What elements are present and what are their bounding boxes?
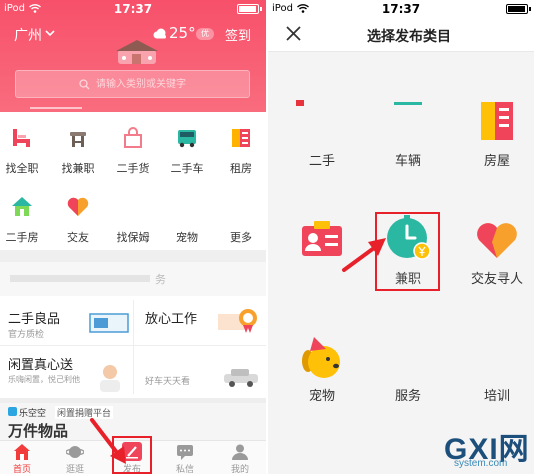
annotation-arrow-icon (90, 418, 126, 464)
car-image-icon (224, 369, 258, 387)
battery-icon (506, 4, 531, 14)
annotation-arrow-icon (342, 238, 386, 272)
heart-icon (67, 197, 89, 216)
browse-icon (66, 446, 84, 458)
status-time: 17:37 (113, 2, 153, 16)
tab-profile[interactable]: 我的 (218, 440, 262, 474)
search-input[interactable] (15, 70, 250, 98)
category-secondhand[interactable]: 二手 (282, 92, 362, 169)
card-title: 放心工作 (145, 312, 198, 327)
dog-icon (302, 337, 340, 378)
tab-messages[interactable]: 私信 (163, 440, 207, 474)
category-label: 车辆 (394, 154, 421, 169)
grid-label: 宠物 (176, 231, 198, 244)
grid-item-pets[interactable]: 宠物 (165, 195, 209, 245)
category-vehicle[interactable]: 车辆 (368, 92, 448, 169)
stool-icon (70, 132, 86, 147)
card-safe-job[interactable]: 放心工作 (134, 296, 266, 345)
chat-icon (177, 445, 193, 460)
secondhand-icon (296, 100, 304, 106)
category-services[interactable]: 服务 (368, 330, 448, 404)
donation-headline: 万件物品 (8, 422, 69, 440)
temperature: 25° (169, 24, 196, 42)
card-free-giveaway[interactable]: 闲置真心送 乐嗨闲置，悦己利他 (0, 346, 133, 398)
chair-icon (13, 129, 30, 147)
grid-item-more[interactable]: 更多 (219, 195, 263, 245)
vehicle-icon (394, 102, 422, 105)
grid-item-parttime[interactable]: 找兼职 (56, 126, 100, 176)
home-icon (14, 444, 30, 460)
donation-logo-icon (8, 407, 17, 416)
card-subtitle: 乐嗨闲置，悦己利他 (8, 375, 80, 384)
card-subtitle: 好车天天看 (145, 377, 191, 387)
building-icon (481, 102, 513, 140)
car-icon (178, 130, 196, 148)
grid-item-fulltime[interactable]: 找全职 (0, 126, 44, 176)
publish-category-screen: iPod 17:37 选择发布类目 二手 车辆 房屋 兼职 交友寻人 宠物 服务… (268, 0, 534, 474)
checkin-button[interactable]: 签到 (225, 25, 251, 44)
grid-label: 找全职 (5, 162, 39, 175)
heart-hands-icon (477, 223, 517, 258)
tab-label: 私信 (175, 465, 194, 474)
profile-icon (232, 444, 248, 460)
category-pets[interactable]: 宠物 (282, 330, 362, 404)
cloud-icon (153, 28, 166, 39)
city-selector[interactable]: 广州 (12, 22, 60, 44)
house-icon (12, 197, 32, 216)
card-daily-cars[interactable]: 好车天天看 (134, 346, 266, 398)
card-subtitle: 官方质检 (8, 330, 45, 340)
tab-label: 我的 (230, 465, 249, 474)
promo-banner[interactable]: 务 (0, 262, 266, 296)
status-time: 17:37 (381, 2, 421, 16)
grid-item-used-car[interactable]: 二手车 (165, 126, 209, 176)
rent-building-icon (232, 129, 250, 147)
watermark-domain: system.com (454, 458, 508, 469)
grid-item-nanny[interactable]: 找保姆 (111, 195, 155, 245)
grid-item-rent[interactable]: 租房 (219, 126, 263, 176)
category-housing[interactable]: 房屋 (457, 92, 534, 169)
pull-indicator (30, 107, 82, 109)
section-divider (0, 250, 266, 262)
grid-label: 找兼职 (61, 162, 95, 175)
city-label: 广州 (14, 28, 42, 44)
grid-item-dating[interactable]: 交友 (56, 195, 100, 245)
donation-brand: 乐空空 (19, 409, 47, 419)
card-used-goods[interactable]: 二手良品 官方质检 (0, 296, 133, 345)
badge-image-icon (218, 309, 257, 333)
battery-icon (237, 4, 262, 14)
house-illustration-icon (116, 40, 158, 64)
home-screen: iPod 17:37 广州 25° 优 签到 找全职 (0, 0, 266, 474)
category-label: 二手 (308, 154, 335, 169)
category-dating[interactable]: 交友寻人 (457, 212, 534, 287)
grid-label: 更多 (230, 231, 252, 244)
grid-label: 找保姆 (116, 231, 150, 244)
grid-label: 二手货 (116, 162, 150, 175)
air-quality-badge: 优 (196, 28, 214, 40)
bag-icon (124, 127, 142, 148)
banner-bar (10, 275, 150, 282)
grid-item-secondhand-goods[interactable]: 二手货 (111, 126, 155, 176)
card-title: 二手良品 (8, 312, 61, 327)
tab-label: 首页 (12, 465, 31, 474)
category-label: 房屋 (483, 154, 510, 169)
card-title: 闲置真心送 (8, 358, 74, 373)
category-label: 培训 (483, 389, 510, 404)
grid-item-used-house[interactable]: 二手房 (0, 195, 44, 245)
banner-text: 务 (155, 273, 166, 286)
product-image-icon (89, 313, 129, 333)
category-label: 服务 (394, 389, 421, 404)
grid-label: 二手车 (170, 162, 204, 175)
person-image-icon (100, 365, 120, 392)
category-training[interactable]: 培训 (457, 330, 534, 404)
page-title: 选择发布类目 (367, 29, 451, 45)
grid-label: 租房 (230, 162, 252, 175)
grid-label: 二手房 (5, 231, 39, 244)
grid-label: 交友 (67, 231, 89, 244)
tab-home[interactable]: 首页 (0, 440, 44, 474)
chevron-down-icon (45, 30, 55, 37)
category-label: 宠物 (308, 389, 335, 404)
search-icon (79, 79, 90, 90)
category-label: 交友寻人 (470, 272, 523, 287)
